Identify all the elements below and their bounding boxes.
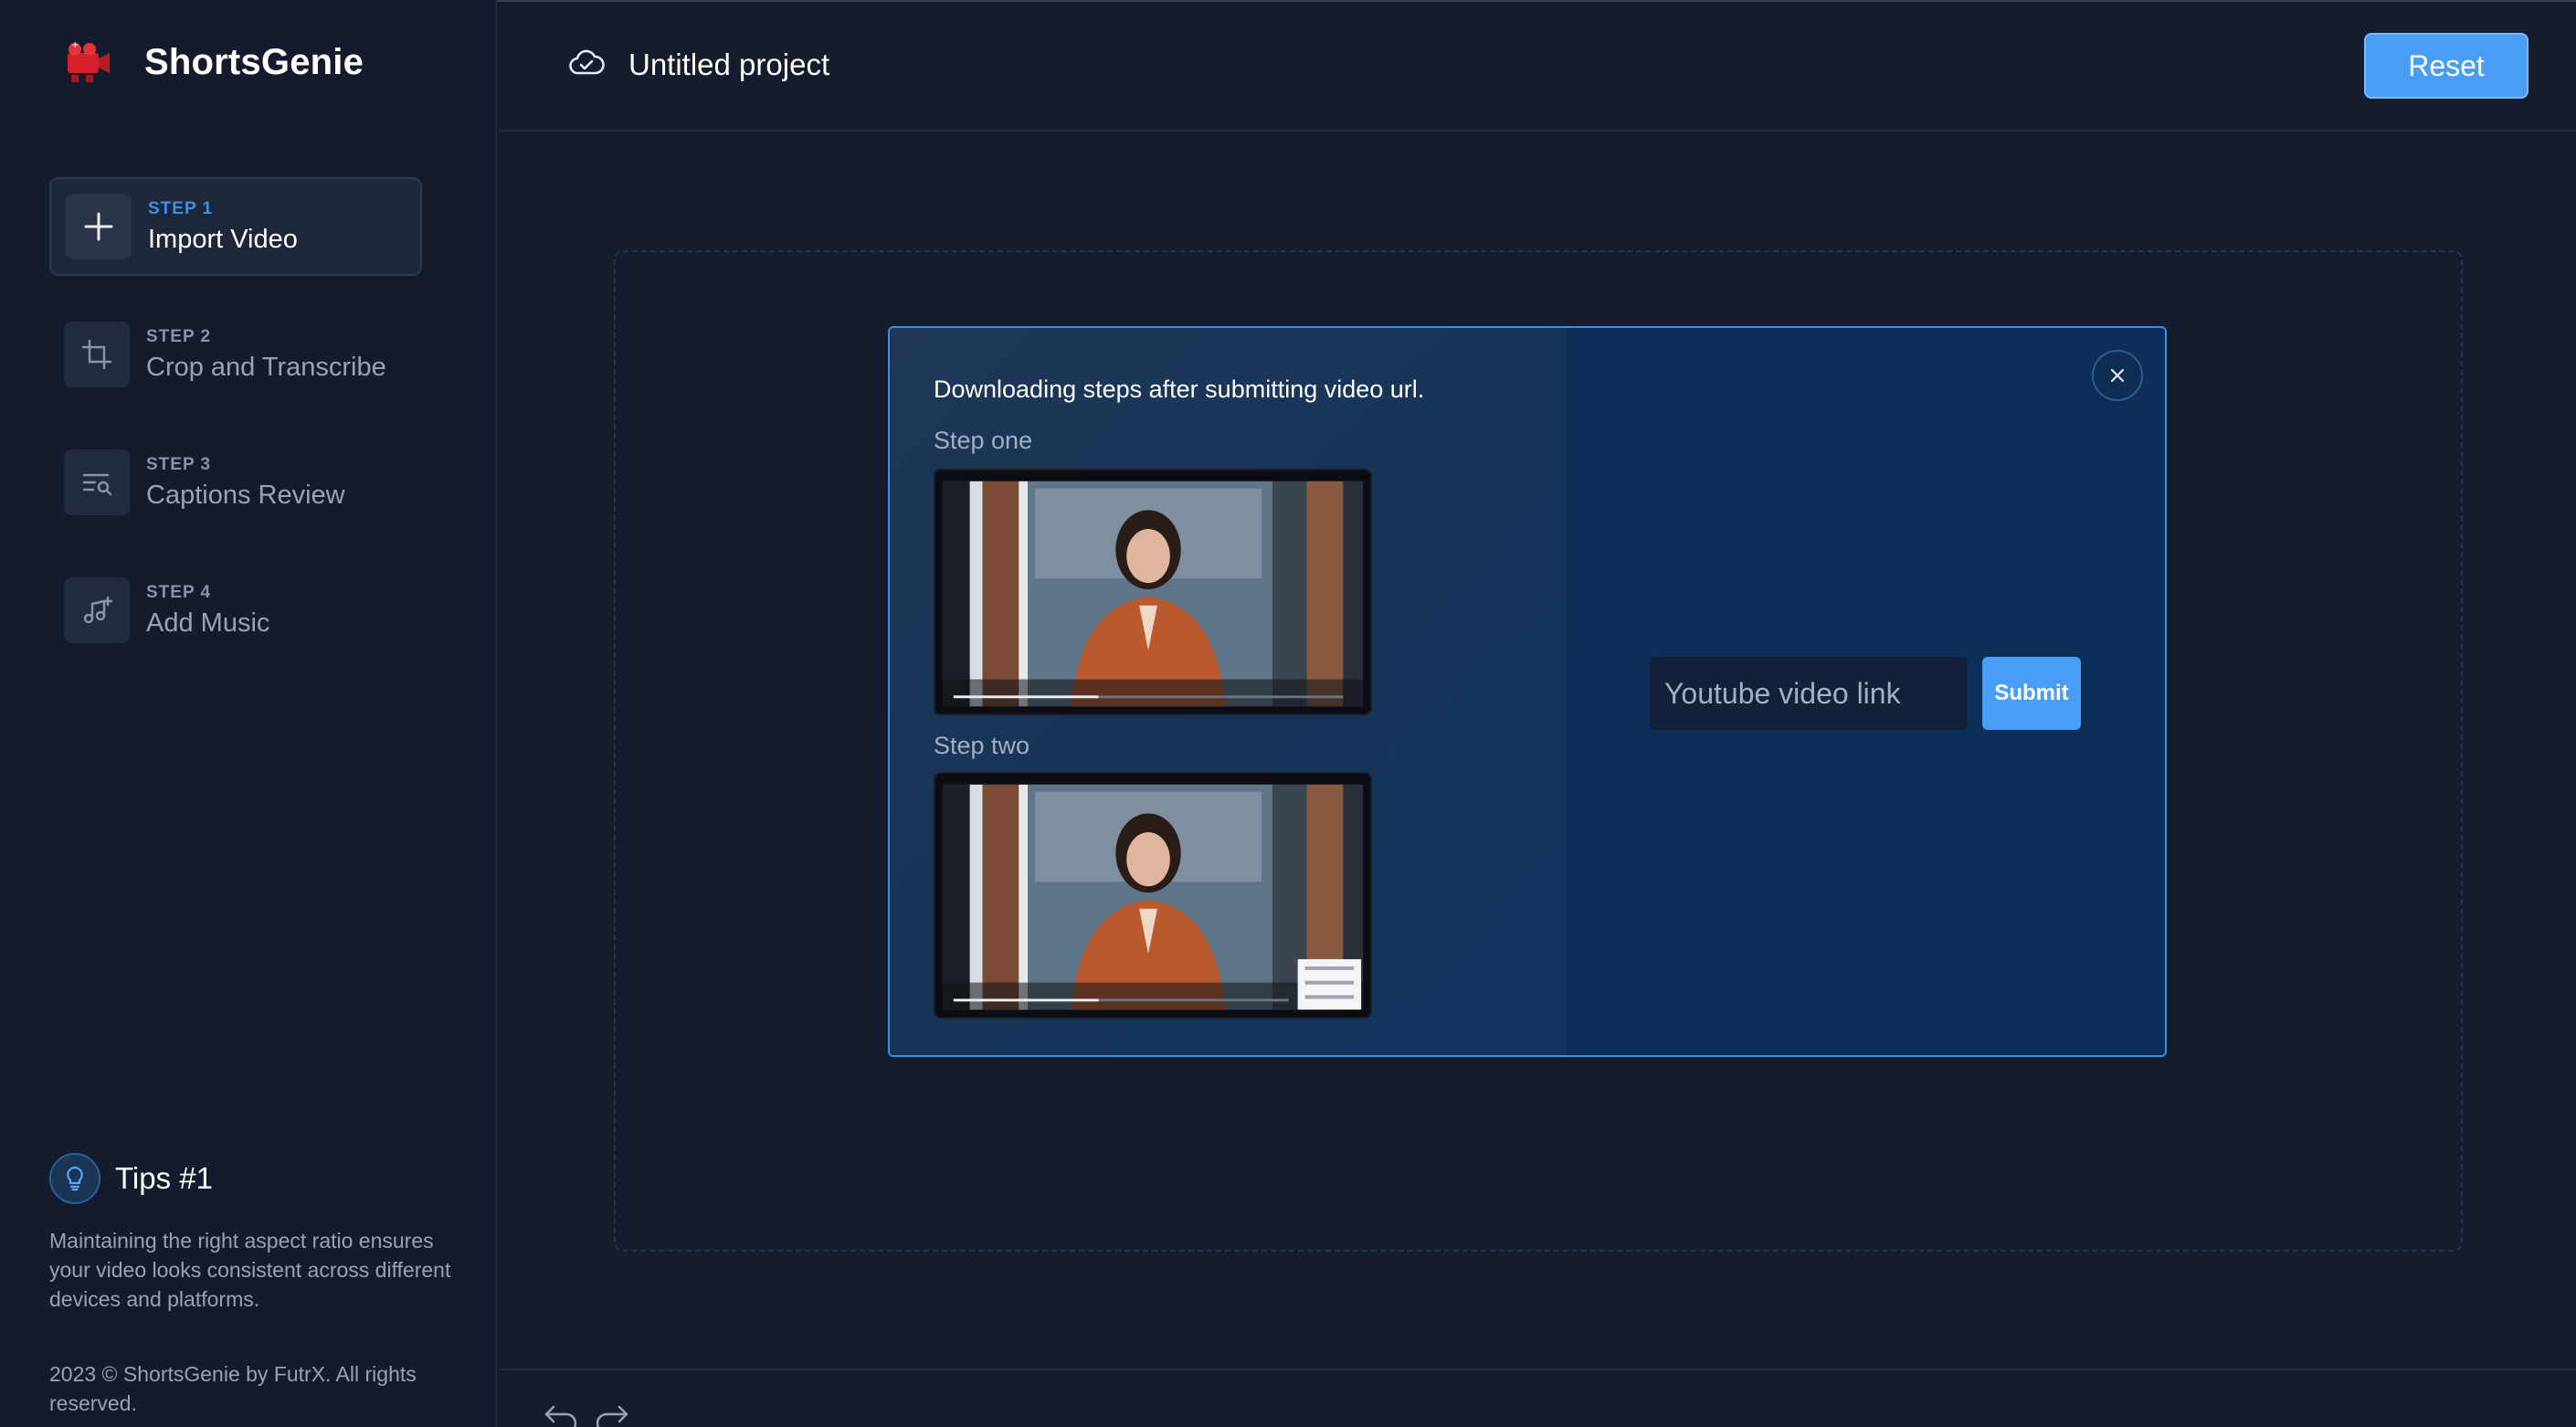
captions-search-icon [64, 449, 130, 515]
step-one-label: Step one [934, 427, 1033, 454]
brand[interactable]: + ShortsGenie [62, 40, 364, 84]
undo-icon[interactable] [543, 1403, 579, 1427]
modal-heading: Downloading steps after submitting video… [934, 375, 1425, 403]
crop-icon [64, 322, 130, 387]
close-icon [2110, 368, 2125, 383]
step-two-screenshot [934, 772, 1372, 1019]
step-number: STEP 3 [146, 454, 212, 474]
redo-icon[interactable] [594, 1403, 630, 1427]
reset-button[interactable]: Reset [2364, 33, 2528, 99]
tips-panel: Tips #1 Maintaining the right aspect rat… [49, 1153, 451, 1314]
step-two-label: Step two [934, 732, 1030, 759]
lightbulb-icon [49, 1153, 100, 1204]
copyright: 2023 © ShortsGenie by FutrX. All rights … [49, 1362, 417, 1415]
sidebar-step-crop-transcribe[interactable]: STEP 2 Crop and Transcribe [49, 305, 422, 404]
close-modal-button[interactable] [2092, 350, 2143, 401]
tips-body: Maintaining the right aspect ratio ensur… [49, 1229, 451, 1311]
sidebar-step-import-video[interactable]: STEP 1 Import Video [49, 177, 422, 276]
brand-name: ShortsGenie [144, 41, 364, 82]
sidebar: + ShortsGenie STEP 1 Import Video STEP 2 [0, 0, 497, 1427]
step-title: Add Music [146, 608, 270, 638]
step-one-screenshot [934, 469, 1372, 715]
project-title-group[interactable]: Untitled project [568, 48, 829, 82]
tips-title: Tips #1 [115, 1161, 213, 1195]
import-video-modal: Downloading steps after submitting video… [888, 326, 2167, 1057]
submit-button[interactable]: Submit [1982, 657, 2081, 730]
step-number: STEP 1 [148, 198, 214, 218]
app-root: + ShortsGenie STEP 1 Import Video STEP 2 [0, 0, 2576, 1427]
project-title[interactable]: Untitled project [628, 48, 829, 82]
music-add-icon [64, 577, 130, 643]
svg-text:+: + [71, 40, 79, 50]
step-title: Captions Review [146, 480, 345, 510]
header: Untitled project Reset [499, 2, 2576, 132]
history-bar [499, 1369, 2576, 1427]
camera-logo-icon: + [62, 40, 113, 84]
step-number: STEP 4 [146, 582, 212, 602]
step-number: STEP 2 [146, 326, 212, 346]
instructions-panel: Downloading steps after submitting video… [890, 328, 1566, 1055]
sidebar-step-add-music[interactable]: STEP 4 Add Music [49, 561, 422, 660]
step-title: Crop and Transcribe [146, 352, 386, 382]
cloud-check-icon [568, 49, 605, 81]
step-title: Import Video [148, 224, 298, 254]
plus-icon [66, 194, 132, 259]
youtube-link-input[interactable] [1650, 657, 1968, 730]
sidebar-step-captions-review[interactable]: STEP 3 Captions Review [49, 433, 422, 532]
